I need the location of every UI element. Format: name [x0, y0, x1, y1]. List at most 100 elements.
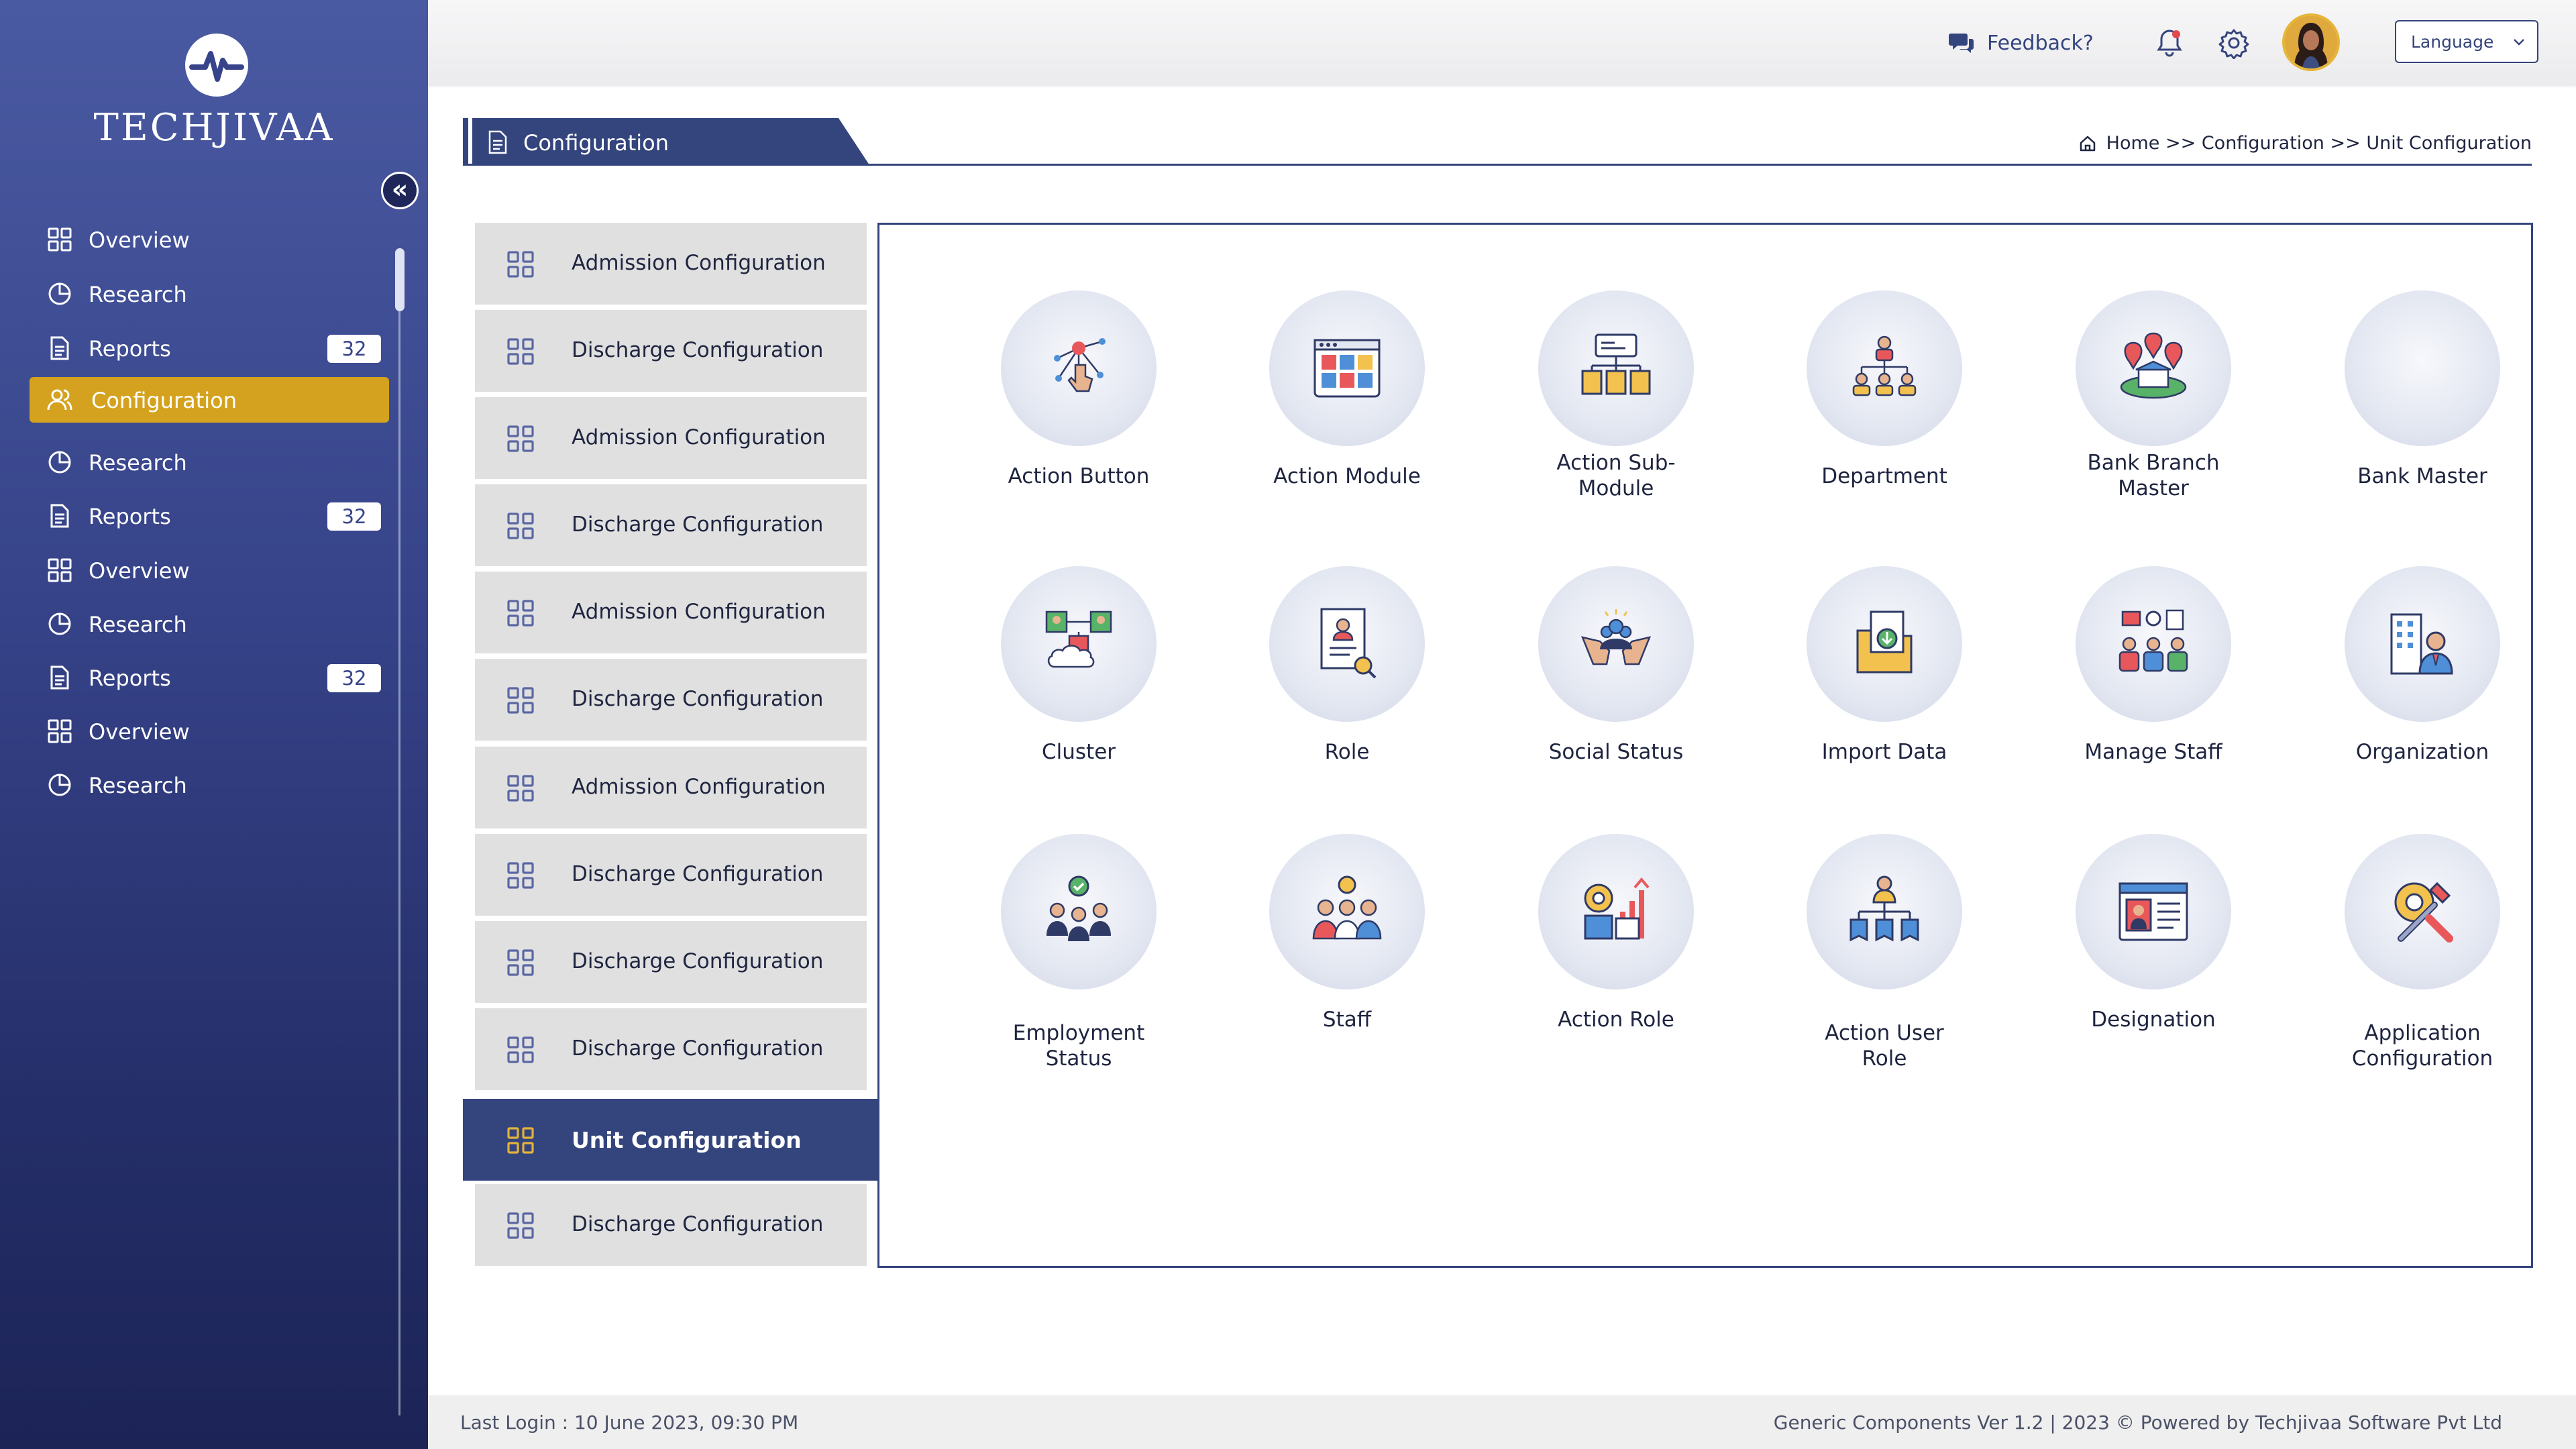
- topbar: Feedback? Language: [428, 0, 2576, 86]
- config-menu-item[interactable]: Admission Configuration: [475, 747, 867, 828]
- sidebar-item-research[interactable]: Research: [30, 762, 389, 808]
- config-tile[interactable]: Bank Branch Master: [2019, 290, 2288, 532]
- config-tile-label: Manage Staff: [2084, 740, 2222, 764]
- sidebar-item-label: Overview: [89, 558, 190, 584]
- config-menu-item-label: Unit Configuration: [572, 1127, 802, 1153]
- config-tile[interactable]: Action User Role: [1750, 834, 2019, 1075]
- sidebar-item-label: Overview: [89, 227, 190, 253]
- config-tile[interactable]: Social Status: [1482, 566, 1750, 808]
- manage-staff-icon: [2076, 566, 2231, 722]
- config-menu-item[interactable]: Admission Configuration: [475, 397, 867, 479]
- config-tile[interactable]: Role: [1213, 566, 1481, 808]
- sidebar-item-research[interactable]: Research: [30, 601, 389, 647]
- config-tile-label: Designation: [2091, 1008, 2216, 1032]
- sidebar-item-reports[interactable]: Reports 32: [30, 325, 389, 371]
- sidebar-scrollbar-thumb[interactable]: [395, 248, 405, 311]
- config-tile[interactable]: Staff: [1213, 834, 1481, 1075]
- sidebar-item-label: Reports: [89, 665, 171, 691]
- brand-name: TECHJIVAA: [93, 106, 335, 150]
- designation-card-icon: [2076, 834, 2231, 989]
- config-tile-label: Department: [1821, 464, 1947, 488]
- sidebar-item-reports[interactable]: Reports 32: [30, 655, 389, 700]
- config-tile-label: Action User Role: [1825, 1021, 1944, 1071]
- config-tile[interactable]: Designation: [2019, 834, 2288, 1075]
- count-badge: 32: [327, 335, 381, 363]
- chevron-down-icon: [2514, 39, 2524, 46]
- sidebar-item-reports[interactable]: Reports 32: [30, 493, 389, 539]
- notification-bell-icon[interactable]: [2153, 27, 2186, 59]
- sidebar-item-label: Research: [89, 773, 187, 798]
- config-menu-item[interactable]: Admission Configuration: [475, 223, 867, 305]
- document-icon: [488, 130, 507, 154]
- staff-group-icon: [1269, 834, 1425, 989]
- grid-icon: [507, 949, 534, 976]
- sidebar-item-label: Research: [89, 450, 187, 476]
- config-tile[interactable]: Import Data: [1750, 566, 2019, 808]
- config-tile-label: Action Button: [1008, 464, 1150, 488]
- sidebar-item-label: Reports: [89, 336, 171, 362]
- config-tile-label: Import Data: [1821, 740, 1947, 764]
- user-avatar[interactable]: [2282, 13, 2340, 71]
- config-tile-label: Application Configuration: [2351, 1021, 2493, 1071]
- config-tile[interactable]: Manage Staff: [2019, 566, 2288, 808]
- config-tile-label: Organization: [2355, 740, 2489, 764]
- breadcrumb[interactable]: Home >> Configuration >> Unit Configurat…: [2078, 133, 2532, 154]
- sidebar-item-label: Research: [89, 282, 187, 307]
- config-menu-item-label: Discharge Configuration: [572, 513, 824, 537]
- sidebar-item-overview[interactable]: Overview: [30, 217, 389, 262]
- config-tile[interactable]: Employment Status: [945, 834, 1213, 1075]
- config-menu-item[interactable]: Discharge Configuration: [475, 1184, 867, 1266]
- sidebar-item-label: Research: [89, 612, 187, 637]
- config-menu-item[interactable]: Discharge Configuration: [475, 1008, 867, 1090]
- pie-chart-icon: [47, 281, 72, 307]
- config-tile[interactable]: Action Sub-Module: [1482, 290, 1750, 532]
- language-select-label: Language: [2411, 32, 2494, 52]
- sidebar-item-configuration[interactable]: Configuration: [30, 377, 389, 423]
- config-menu-item-label: Discharge Configuration: [572, 1212, 824, 1236]
- sidebar-item-research[interactable]: Research: [30, 271, 389, 317]
- config-menu-item[interactable]: Discharge Configuration: [475, 310, 867, 392]
- config-menu-item[interactable]: Unit Configuration: [463, 1099, 877, 1181]
- configuration-grid-panel: Action Button Action Module Action Sub-M…: [877, 223, 2533, 1268]
- config-tile[interactable]: Organization: [2288, 566, 2557, 808]
- config-tile[interactable]: Action Module: [1213, 290, 1481, 532]
- config-menu-item[interactable]: Discharge Configuration: [475, 921, 867, 1003]
- language-select[interactable]: Language: [2395, 20, 2538, 63]
- grid-icon: [47, 227, 72, 252]
- sidebar-item-research[interactable]: Research: [30, 439, 389, 485]
- sidebar-item-overview[interactable]: Overview: [30, 547, 389, 593]
- config-tile[interactable]: Department: [1750, 290, 2019, 532]
- config-menu-item[interactable]: Admission Configuration: [475, 572, 867, 653]
- config-tile[interactable]: Cluster: [945, 566, 1213, 808]
- pie-chart-icon: [47, 772, 72, 798]
- document-icon: [47, 665, 72, 690]
- grid-icon: [507, 1036, 534, 1063]
- settings-gear-icon[interactable]: [2218, 27, 2250, 59]
- config-menu-item-label: Discharge Configuration: [572, 862, 824, 886]
- config-tile-label: Social Status: [1548, 740, 1684, 764]
- sidebar-item-label: Reports: [89, 504, 171, 529]
- config-menu-item[interactable]: Discharge Configuration: [475, 484, 867, 566]
- header-divider: [463, 164, 2532, 166]
- config-tile[interactable]: Application Configuration: [2288, 834, 2557, 1075]
- config-menu-item-label: Discharge Configuration: [572, 687, 824, 711]
- config-tile[interactable]: Action Button: [945, 290, 1213, 532]
- sidebar-scrollbar-track[interactable]: [398, 248, 400, 1415]
- collapse-sidebar-button[interactable]: «: [381, 172, 419, 209]
- grid-icon: [507, 600, 534, 627]
- count-badge: 32: [327, 664, 381, 692]
- config-menu-item[interactable]: Discharge Configuration: [475, 834, 867, 916]
- config-menu-item[interactable]: Discharge Configuration: [475, 659, 867, 741]
- pie-chart-icon: [47, 449, 72, 475]
- grid-icon: [507, 338, 534, 365]
- document-icon: [47, 335, 72, 361]
- department-hierarchy-icon: [1807, 290, 1962, 446]
- feedback-link[interactable]: Feedback?: [1948, 27, 2094, 59]
- employment-status-icon: [1001, 834, 1157, 989]
- organization-building-icon: [2345, 566, 2500, 722]
- config-tile[interactable]: Action Role: [1482, 834, 1750, 1075]
- sidebar-item-overview[interactable]: Overview: [30, 708, 389, 754]
- config-tile[interactable]: Bank Master: [2288, 290, 2557, 532]
- grid-icon: [507, 251, 534, 278]
- sidebar-item-label: Configuration: [91, 388, 237, 413]
